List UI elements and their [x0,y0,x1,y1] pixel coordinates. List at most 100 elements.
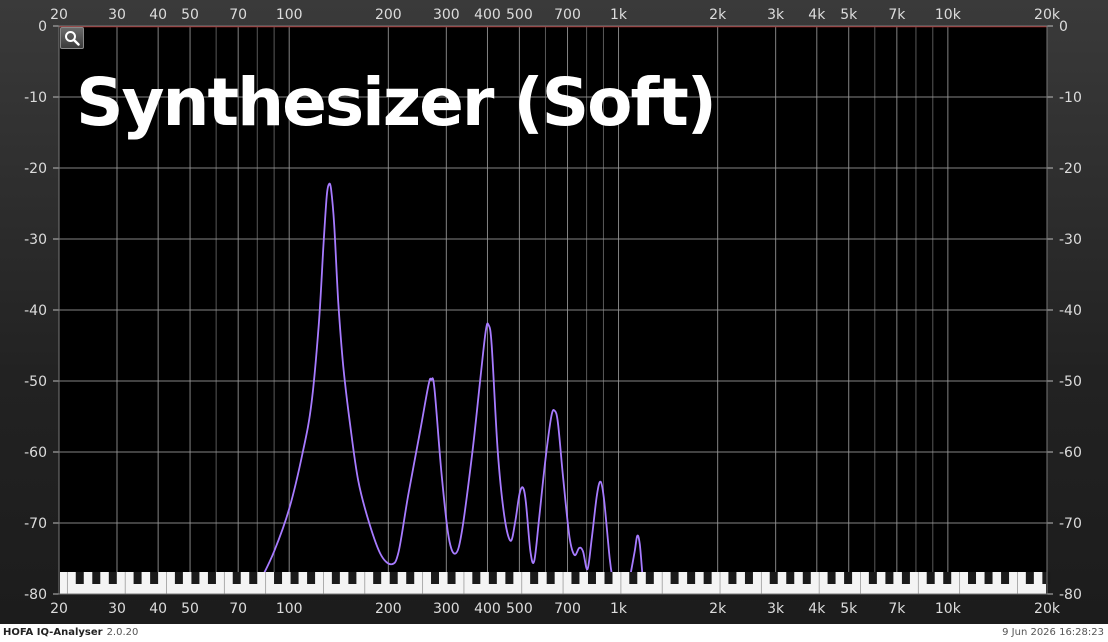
x-tick-label-top: 100 [276,7,303,23]
x-tick-label-top: 400 [474,7,501,23]
x-tick-label-bottom: 4k [808,601,826,617]
black-key [307,572,316,584]
black-key [447,572,456,584]
black-key [943,572,952,584]
y-tick-label-right: -40 [1059,303,1082,319]
y-tick-label-left: -50 [24,374,47,390]
x-tick-label-top: 4k [808,7,826,23]
black-key [331,572,340,584]
x-tick-label-top: 1k [610,7,628,23]
black-key [505,572,514,584]
zoom-button[interactable] [60,27,84,49]
y-tick-label-left: -20 [24,161,47,177]
black-key [645,572,654,584]
black-key [728,572,737,584]
black-key [703,572,712,584]
x-tick-label-bottom: 3k [767,601,785,617]
x-tick-label-bottom: 40 [149,601,167,617]
analyser-window: 20 20 30 30 40 40 50 50 70 70 100 100 200 200 300 300 40… [0,0,1108,624]
y-tick-label-left: -80 [24,587,47,603]
y-tick-label-right: -80 [1059,587,1082,603]
x-tick-label-top: 20k [1034,7,1061,23]
black-key [431,572,440,584]
x-tick-label-top: 5k [840,7,858,23]
x-tick-label-bottom: 700 [554,601,581,617]
x-tick-label-top: 2k [709,7,727,23]
black-key [769,572,778,584]
black-key [744,572,753,584]
x-tick-label-top: 700 [554,7,581,23]
black-key [150,572,159,584]
x-tick-label-bottom: 10k [935,601,962,617]
black-key [885,572,894,584]
app-name-label: HOFA IQ-Analyser 2.0.20 [3,627,139,638]
status-bar: HOFA IQ-Analyser 2.0.20 9 Jun 2026 16:28:… [0,624,1108,642]
black-key [108,572,117,584]
y-tick-label-right: -60 [1059,445,1082,461]
x-tick-label-bottom: 7k [888,601,906,617]
black-key [191,572,200,584]
black-key [571,572,580,584]
y-tick-label-left: -10 [24,90,47,106]
black-key [373,572,382,584]
x-tick-label-top: 10k [935,7,962,23]
black-key [249,572,258,584]
chart-title: Synthesizer (Soft) [76,64,717,141]
black-key [968,572,977,584]
x-tick-label-bottom: 5k [840,601,858,617]
black-key [1042,572,1051,584]
x-tick-label-top: 40 [149,7,167,23]
app-version: 2.0.20 [106,627,139,638]
black-key [174,572,183,584]
x-tick-label-top: 300 [433,7,460,23]
black-key [274,572,283,584]
y-tick-label-left: -60 [24,445,47,461]
black-key [926,572,935,584]
black-key [670,572,679,584]
black-key [232,572,241,584]
black-key [1001,572,1010,584]
piano-keyboard [60,572,1051,594]
x-tick-label-top: 3k [767,7,785,23]
x-tick-label-top: 50 [181,7,199,23]
x-tick-label-bottom: 2k [709,601,727,617]
y-tick-label-right: -10 [1059,90,1082,106]
black-key [901,572,910,584]
x-tick-label-top: 30 [108,7,126,23]
x-tick-label-top: 500 [506,7,533,23]
black-key [207,572,216,584]
y-tick-label-right: -30 [1059,232,1082,248]
black-key [587,572,596,584]
black-key [629,572,638,584]
x-tick-label-top: 20 [50,7,68,23]
black-key [290,572,299,584]
black-key [472,572,481,584]
x-tick-label-bottom: 500 [506,601,533,617]
x-tick-label-bottom: 200 [375,601,402,617]
black-key [389,572,398,584]
black-key [1025,572,1034,584]
black-key [827,572,836,584]
y-tick-label-right: -20 [1059,161,1082,177]
black-key [687,572,696,584]
black-key [488,572,497,584]
black-key [75,572,84,584]
timestamp: 9 Jun 2026 16:28:23 [1002,627,1104,638]
x-tick-label-bottom: 400 [474,601,501,617]
black-key [92,572,101,584]
y-tick-label-left: 0 [38,19,47,35]
x-tick-label-bottom: 20 [50,601,68,617]
x-tick-label-bottom: 30 [108,601,126,617]
magnifier-icon [65,31,80,46]
black-key [546,572,555,584]
black-key [133,572,142,584]
x-tick-label-top: 200 [375,7,402,23]
black-key [844,572,853,584]
x-tick-label-bottom: 50 [181,601,199,617]
x-tick-label-top: 70 [229,7,247,23]
black-key [406,572,415,584]
x-tick-label-top: 7k [888,7,906,23]
x-tick-label-bottom: 100 [276,601,303,617]
y-tick-label-right: 0 [1059,19,1068,35]
black-key [984,572,993,584]
